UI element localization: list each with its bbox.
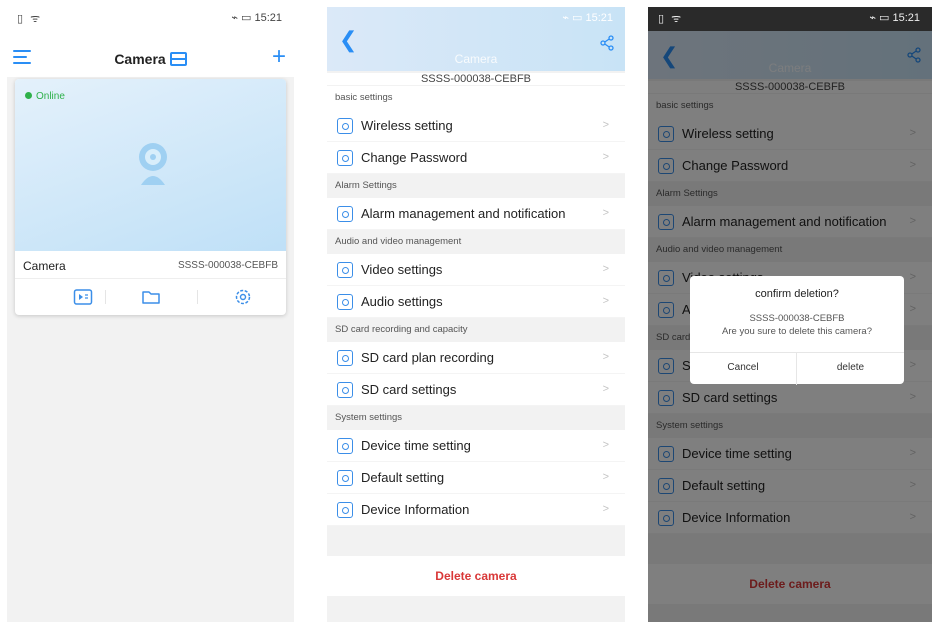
speaker-icon xyxy=(337,294,353,310)
action-divider xyxy=(197,290,198,304)
chevron-right-icon: > xyxy=(602,439,609,451)
lock-icon xyxy=(337,150,353,166)
camera-preview[interactable]: Online xyxy=(15,79,286,251)
status-time: ⌁ ▭ 15:21 xyxy=(562,12,613,24)
online-status: Online xyxy=(25,91,65,102)
setting-device-info[interactable]: Device Information> xyxy=(327,494,625,526)
chevron-right-icon: > xyxy=(602,383,609,395)
delete-confirm-screen: ▯ ᯤ ⌁ ▭ 15:21 ❮ Camera SSSS-000038-CEBFB… xyxy=(648,7,932,622)
gear-icon[interactable] xyxy=(233,287,253,307)
dialog-message: Are you sure to delete this camera? xyxy=(722,326,872,337)
chevron-right-icon: > xyxy=(602,503,609,515)
setting-audio[interactable]: Audio settings> xyxy=(327,286,625,318)
camera-id: SSSS-000038-CEBFB xyxy=(177,260,278,271)
status-time: ⌁ ▭ 15:21 xyxy=(869,12,920,24)
chevron-right-icon: > xyxy=(602,207,609,219)
setting-wireless[interactable]: Wireless setting> xyxy=(327,110,625,142)
camera-name: Camera xyxy=(23,259,66,273)
setting-default[interactable]: Default setting> xyxy=(327,462,625,494)
confirm-delete-button[interactable]: delete xyxy=(797,353,904,385)
cancel-button[interactable]: Cancel xyxy=(690,353,797,385)
alarm-icon xyxy=(337,206,353,222)
setting-alarm[interactable]: Alarm management and notification> xyxy=(327,198,625,230)
chevron-right-icon: > xyxy=(602,471,609,483)
group-header: SD card recording and capacity xyxy=(327,318,625,342)
settings-list: basic settings Wireless setting> Change … xyxy=(327,86,625,596)
chevron-right-icon: > xyxy=(602,263,609,275)
group-header: Alarm Settings xyxy=(327,174,625,198)
layout-icon[interactable] xyxy=(169,52,187,66)
camera-list-screen: ▯ ᯤ ⌁ ▭ 15:21 Camera + Online Camera SSS… xyxy=(7,7,294,622)
camera-actions xyxy=(15,280,286,315)
share-icon[interactable] xyxy=(599,35,615,51)
page-title: Camera xyxy=(114,51,166,67)
page-title-wrap: Camera xyxy=(7,51,294,67)
clock-icon xyxy=(337,438,353,454)
setting-change-password[interactable]: Change Password> xyxy=(327,142,625,174)
dialog-buttons: Cancel delete xyxy=(690,352,904,385)
setting-device-time[interactable]: Device time setting> xyxy=(327,430,625,462)
delete-camera-button[interactable]: Delete camera xyxy=(327,556,625,596)
settings-title: Camera xyxy=(454,52,498,66)
top-bar: ▯ ᯤ ⌁ ▭ 15:21 Camera + xyxy=(7,7,294,77)
online-dot-icon xyxy=(25,92,32,99)
status-icons-left: ▯ ᯤ xyxy=(17,13,43,25)
group-header: System settings xyxy=(327,406,625,430)
setting-sd-plan[interactable]: SD card plan recording> xyxy=(327,342,625,374)
status-bar: ⌁ ▭ 15:21 xyxy=(327,7,625,27)
status-time: ⌁ ▭ 15:21 xyxy=(231,12,282,24)
camera-card[interactable]: Online Camera SSSS-000038-CEBFB xyxy=(15,79,286,315)
chevron-right-icon: > xyxy=(602,119,609,131)
setting-sd-card[interactable]: SD card settings> xyxy=(327,374,625,406)
folder-icon[interactable] xyxy=(141,287,161,307)
camera-info: Camera SSSS-000038-CEBFB xyxy=(15,251,286,279)
confirm-delete-dialog: confirm deletion? SSSS-000038-CEBFB Are … xyxy=(690,276,904,385)
action-divider xyxy=(105,290,106,304)
sd-card-icon xyxy=(337,382,353,398)
status-bar: ▯ ᯤ ⌁ ▭ 15:21 xyxy=(7,7,294,27)
dialog-device-id: SSSS-000038-CEBFB xyxy=(749,313,845,324)
wifi-icon xyxy=(337,118,353,134)
video-icon xyxy=(337,262,353,278)
group-header: basic settings xyxy=(327,86,625,110)
camera-icon xyxy=(139,143,167,185)
group-header: Audio and video management xyxy=(327,230,625,254)
dialog-title: confirm deletion? xyxy=(755,288,839,300)
settings-header: ⌁ ▭ 15:21 ❮ Camera xyxy=(327,7,625,71)
setting-video[interactable]: Video settings> xyxy=(327,254,625,286)
back-icon[interactable]: ❮ xyxy=(339,29,357,51)
camera-settings-screen: ⌁ ▭ 15:21 ❮ Camera SSSS-000038-CEBFB bas… xyxy=(327,7,625,622)
spacer xyxy=(327,526,625,556)
status-bar: ▯ ᯤ ⌁ ▭ 15:21 xyxy=(648,7,932,31)
chevron-right-icon: > xyxy=(602,295,609,307)
device-id: SSSS-000038-CEBFB xyxy=(327,73,625,85)
reset-icon xyxy=(337,470,353,486)
info-icon xyxy=(337,502,353,518)
status-icons-left: ▯ ᯤ xyxy=(658,13,684,25)
record-icon xyxy=(337,350,353,366)
chevron-right-icon: > xyxy=(602,151,609,163)
chevron-right-icon: > xyxy=(602,351,609,363)
playback-icon[interactable] xyxy=(73,287,93,307)
plus-icon[interactable]: + xyxy=(272,45,286,69)
